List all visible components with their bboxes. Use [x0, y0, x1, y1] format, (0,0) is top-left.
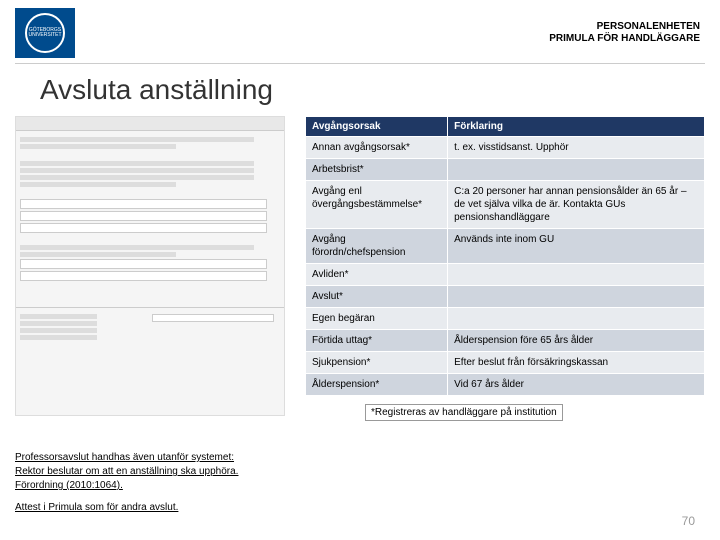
table-row: Ålderspension*Vid 67 års ålder [306, 374, 705, 396]
header-subtitle: PERSONALENHETEN PRIMULA FÖR HANDLÄGGARE [549, 21, 700, 45]
notes: Professorsavslut handhas även utanför sy… [15, 451, 295, 515]
table-row: Egen begäran [306, 308, 705, 330]
table-row: Avgång enl övergångsbestämmelse*C:a 20 p… [306, 181, 705, 229]
page-number: 70 [682, 514, 695, 528]
footnote: *Registreras av handläggare på instituti… [365, 404, 563, 421]
header: GÖTEBORGS UNIVERSITET PERSONALENHETEN PR… [0, 0, 720, 63]
col-reason: Avgångsorsak [306, 117, 448, 137]
form-screenshot [15, 116, 285, 416]
table-row: Sjukpension*Efter beslut från försäkring… [306, 352, 705, 374]
table-row: Avgång förordn/chefspensionAnvänds inte … [306, 229, 705, 264]
table-row: Annan avgångsorsak*t. ex. visstidsanst. … [306, 137, 705, 159]
table-row: Förtida uttag*Ålderspension före 65 års … [306, 330, 705, 352]
table-row: Avliden* [306, 264, 705, 286]
reasons-table: Avgångsorsak Förklaring Annan avgångsors… [305, 116, 705, 396]
page-title: Avsluta anställning [0, 64, 720, 116]
table-row: Avslut* [306, 286, 705, 308]
university-logo: GÖTEBORGS UNIVERSITET [15, 8, 75, 58]
col-explanation: Förklaring [448, 117, 705, 137]
table-row: Arbetsbrist* [306, 159, 705, 181]
